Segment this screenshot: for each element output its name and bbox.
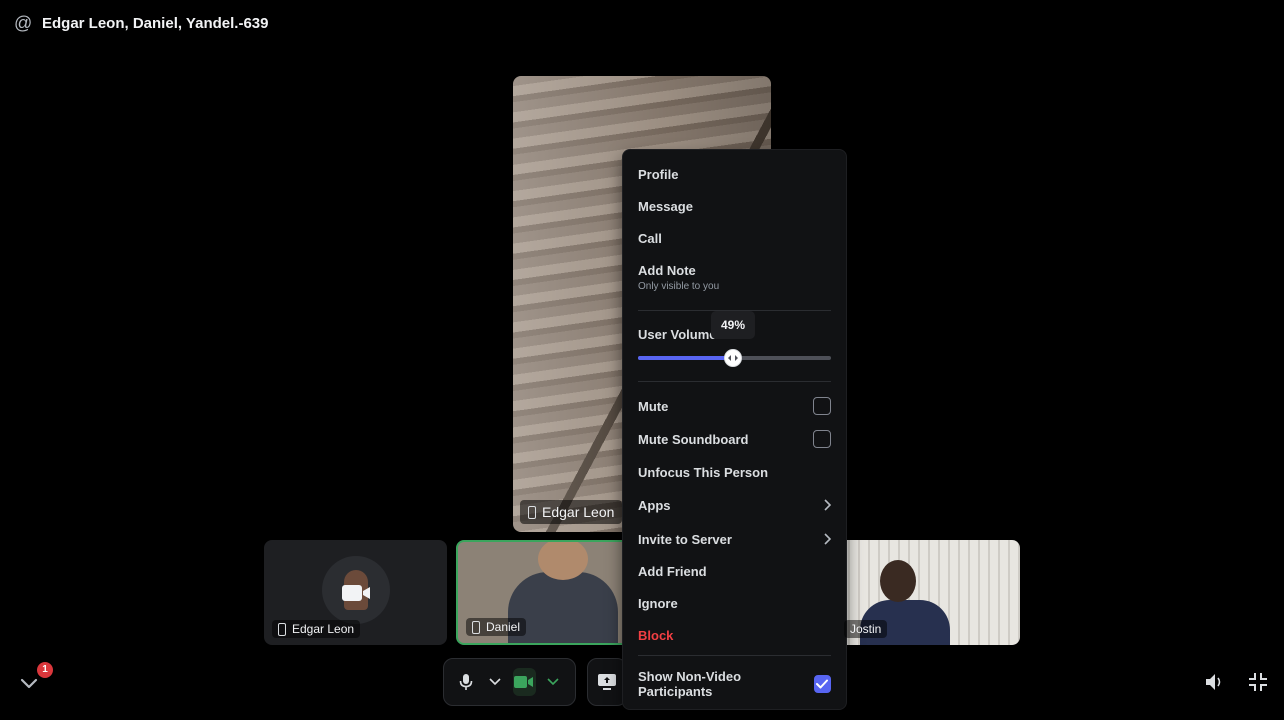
menu-item-label: Add Friend [638,563,707,579]
chevron-down-icon [547,678,559,686]
menu-item-label: Invite to Server [638,531,732,547]
menu-item-block[interactable]: Block [638,623,831,647]
call-controls [443,658,576,706]
screen-share-button[interactable] [587,658,627,706]
menu-item-label: Mute [638,398,669,414]
microphone-options-button[interactable] [483,668,506,696]
participant-label: Jostin [844,620,888,638]
participant-tile-jostin[interactable]: Jostin [820,540,1020,645]
chevron-down-icon[interactable] [18,672,40,694]
camera-options-button[interactable] [542,668,565,696]
menu-item-label: Add Note [638,262,696,278]
phone-icon [528,505,536,519]
menu-item-apps[interactable]: Apps [638,493,831,517]
menu-separator [638,381,831,382]
call-title: Edgar Leon, Daniel, Yandel.-639 [42,14,269,32]
menu-item-label: Apps [638,497,671,513]
participant-name: Edgar Leon [292,622,355,636]
participant-name: Jostin [850,622,882,636]
microphone-icon [459,674,472,690]
menu-item-label: Profile [638,166,679,182]
camera-icon [342,585,370,601]
menu-item-call[interactable]: Call [638,226,831,250]
menu-item-show-non-video[interactable]: Show Non-Video Participants [638,669,831,699]
focused-video-name: Edgar Leon [542,504,615,520]
camera-button[interactable] [512,668,536,696]
volume-tooltip: 49% [710,311,756,339]
menu-item-mute-soundboard[interactable]: Mute Soundboard [638,427,831,451]
phone-icon [278,622,286,636]
menu-item-mute[interactable]: Mute [638,394,831,418]
call-header: @ Edgar Leon, Daniel, Yandel.-639 [14,12,268,34]
video-frame-head [880,560,916,602]
menu-item-ignore[interactable]: Ignore [638,591,831,615]
chevron-right-icon [824,533,831,545]
menu-item-label: Ignore [638,595,678,611]
participant-name: Daniel [486,620,521,634]
show-non-video-checkbox[interactable] [813,675,831,693]
focused-video-label: Edgar Leon [520,500,623,524]
checkmark-icon [816,679,829,689]
video-camera-icon [514,676,534,688]
menu-item-add-note[interactable]: Add Note [638,258,831,282]
volume-slider-handle[interactable] [724,349,742,367]
user-volume-label: User Volume [638,326,717,342]
participant-label: Edgar Leon [272,620,361,638]
microphone-button[interactable] [454,668,477,696]
menu-item-label: Unfocus This Person [638,464,769,480]
menu-item-label: Mute Soundboard [638,431,749,447]
menu-item-label: Block [638,627,674,643]
menu-item-label: Call [638,230,662,246]
at-icon: @ [14,13,33,33]
menu-item-add-friend[interactable]: Add Friend [638,559,831,583]
phone-icon [472,620,480,634]
notification-badge: 1 [37,662,53,678]
add-note-hint: Only visible to you [638,281,720,292]
menu-item-invite-to-server[interactable]: Invite to Server [638,527,831,551]
speaker-icon[interactable] [1202,670,1226,694]
participant-tile-daniel[interactable]: Daniel [456,540,632,645]
drag-arrows-icon [728,355,738,361]
chevron-right-icon [824,499,831,511]
exit-fullscreen-icon[interactable] [1246,670,1270,694]
menu-item-label: Show Non-Video Participants [638,669,742,699]
screen-share-icon [598,674,616,690]
mute-soundboard-checkbox[interactable] [813,430,831,448]
menu-separator [638,655,831,656]
mute-checkbox[interactable] [813,397,831,415]
menu-item-profile[interactable]: Profile [638,162,831,186]
participant-label: Daniel [466,618,527,636]
menu-item-message[interactable]: Message [638,194,831,218]
chevron-down-icon [489,678,501,686]
volume-slider-fill [638,356,733,360]
menu-item-label: Message [638,198,693,214]
menu-item-unfocus[interactable]: Unfocus This Person [638,460,831,484]
user-context-menu: Profile Message Call Add Note Only visib… [622,149,847,710]
volume-slider[interactable] [638,349,831,367]
